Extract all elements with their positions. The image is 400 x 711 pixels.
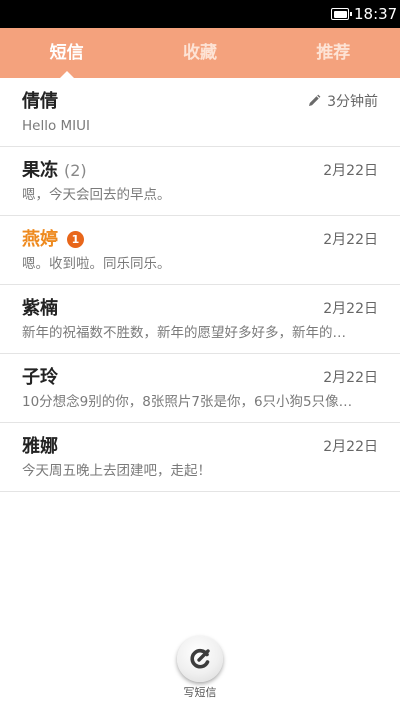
- unread-badge: 1: [67, 231, 84, 248]
- message-preview: 10分想念9别的你，8张照片7张是你，6只小狗5只像…: [22, 394, 353, 410]
- message-time: 2月22日: [323, 163, 378, 179]
- conversation-item[interactable]: 紫楠 2月22日 新年的祝福数不胜数，新年的愿望好多好多，新年的…: [0, 285, 400, 354]
- message-time: 2月22日: [323, 301, 378, 317]
- tab-recommended[interactable]: 推荐: [267, 28, 400, 78]
- message-time: 2月22日: [323, 370, 378, 386]
- pencil-draft-icon: [309, 94, 321, 106]
- message-count: (2): [64, 161, 87, 180]
- battery-full-icon: [331, 8, 352, 20]
- conversation-item[interactable]: 倩倩 3分钟前 Hello MIUI: [0, 78, 400, 147]
- contact-name-text: 果冻: [22, 160, 58, 181]
- tab-bar: 短信 收藏 推荐: [0, 28, 400, 78]
- contact-name: 燕婷: [22, 229, 58, 250]
- compose-icon: [190, 648, 210, 669]
- contact-name: 紫楠: [22, 298, 58, 319]
- message-time: 2月22日: [323, 232, 378, 248]
- contact-name: 果冻 (2): [22, 160, 87, 182]
- message-preview: Hello MIUI: [22, 118, 91, 134]
- tab-messages[interactable]: 短信: [0, 28, 133, 78]
- compose-button[interactable]: [177, 636, 223, 682]
- message-preview: 新年的祝福数不胜数，新年的愿望好多好多，新年的…: [22, 325, 346, 341]
- contact-name: 雅娜: [22, 436, 58, 457]
- message-time: 3分钟前: [307, 92, 378, 112]
- compose-label: 写短信: [183, 686, 217, 699]
- message-time-text: 3分钟前: [327, 94, 378, 110]
- message-preview: 嗯，今天会回去的早点。: [22, 187, 171, 203]
- message-preview: 今天周五晚上去团建吧，走起！: [22, 463, 211, 479]
- conversation-item[interactable]: 燕婷 1 2月22日 嗯。收到啦。同乐同乐。: [0, 216, 400, 285]
- message-list: 倩倩 3分钟前 Hello MIUI 果冻 (2) 2月22日 嗯，今天会回去的早…: [0, 78, 400, 492]
- message-preview: 嗯。收到啦。同乐同乐。: [22, 256, 171, 272]
- message-time: 2月22日: [323, 439, 378, 455]
- status-bar: 18:37: [0, 0, 400, 28]
- conversation-item[interactable]: 雅娜 2月22日 今天周五晚上去团建吧，走起！: [0, 423, 400, 492]
- conversation-item[interactable]: 子玲 2月22日 10分想念9别的你，8张照片7张是你，6只小狗5只像…: [0, 354, 400, 423]
- contact-name: 倩倩: [22, 91, 58, 112]
- tab-favorites[interactable]: 收藏: [133, 28, 266, 78]
- contact-name: 子玲: [22, 367, 58, 388]
- conversation-item[interactable]: 果冻 (2) 2月22日 嗯，今天会回去的早点。: [0, 147, 400, 216]
- status-time: 18:37: [354, 5, 398, 23]
- compose-area: 写短信: [170, 636, 230, 700]
